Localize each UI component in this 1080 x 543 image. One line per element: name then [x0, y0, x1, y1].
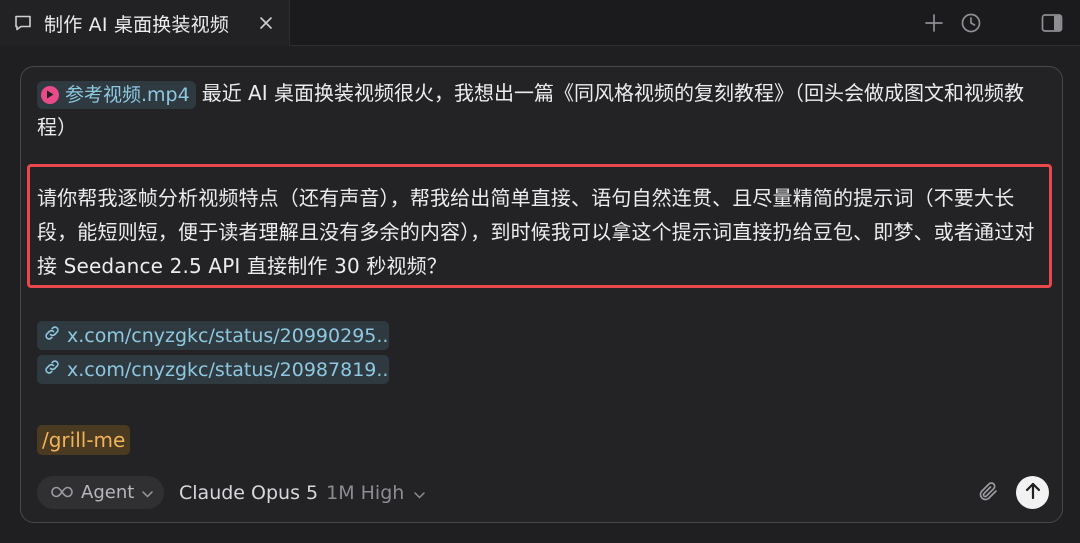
chevron-down-icon	[142, 482, 154, 503]
message-composer[interactable]: 参考视频.mp4 最近 AI 桌面换装视频很火，我想出一篇《同风格视频的复刻教程…	[20, 66, 1063, 523]
plus-icon[interactable]	[920, 9, 948, 37]
attached-file-chip[interactable]: 参考视频.mp4	[37, 80, 196, 109]
tab-chat[interactable]: 制作 AI 桌面换装视频	[0, 0, 290, 46]
model-dropdown[interactable]: Claude Opus 5 1M High	[179, 476, 426, 509]
link-icon	[43, 324, 61, 347]
link-text: x.com/cnyzgkc/status/20990295...	[67, 324, 389, 347]
agent-label: Agent	[81, 482, 135, 503]
tab-bar: 制作 AI 桌面换装视频	[0, 0, 1080, 46]
model-variant: 1M High	[326, 481, 405, 504]
message-intro: 参考视频.mp4 最近 AI 桌面换装视频很火，我想出一篇《同风格视频的复刻教程…	[37, 76, 1042, 144]
chat-window: 制作 AI 桌面换装视频 参考视频.mp4 最近 AI 桌面换装视频很火，我想出…	[0, 0, 1080, 543]
close-icon[interactable]	[254, 11, 278, 35]
link-chip[interactable]: x.com/cnyzgkc/status/20990295...	[37, 321, 389, 350]
tab-title: 制作 AI 桌面换装视频	[44, 13, 230, 36]
chevron-down-icon	[414, 482, 426, 504]
highlighted-request-text: 请你帮我逐帧分析视频特点（还有声音），帮我给出简单直接、语句自然连贯、且尽量精简…	[37, 186, 1035, 278]
link-icon	[43, 358, 61, 381]
sidebar-toggle-icon[interactable]	[1038, 9, 1066, 37]
chat-bubble-icon	[12, 12, 34, 34]
infinity-icon	[51, 482, 73, 503]
agent-mode-dropdown[interactable]: Agent	[37, 476, 164, 509]
send-button[interactable]	[1016, 476, 1049, 509]
arrow-up-icon	[1025, 482, 1041, 504]
paperclip-icon[interactable]	[974, 477, 1004, 507]
model-name: Claude Opus 5	[179, 481, 319, 504]
history-clock-icon[interactable]	[957, 9, 985, 37]
attached-file-name: 参考视频.mp4	[65, 83, 190, 106]
link-text: x.com/cnyzgkc/status/20987819...	[67, 358, 389, 381]
play-video-icon	[41, 85, 59, 104]
slash-command-chip[interactable]: /grill-me	[37, 425, 131, 455]
link-chip[interactable]: x.com/cnyzgkc/status/20987819...	[37, 355, 389, 384]
